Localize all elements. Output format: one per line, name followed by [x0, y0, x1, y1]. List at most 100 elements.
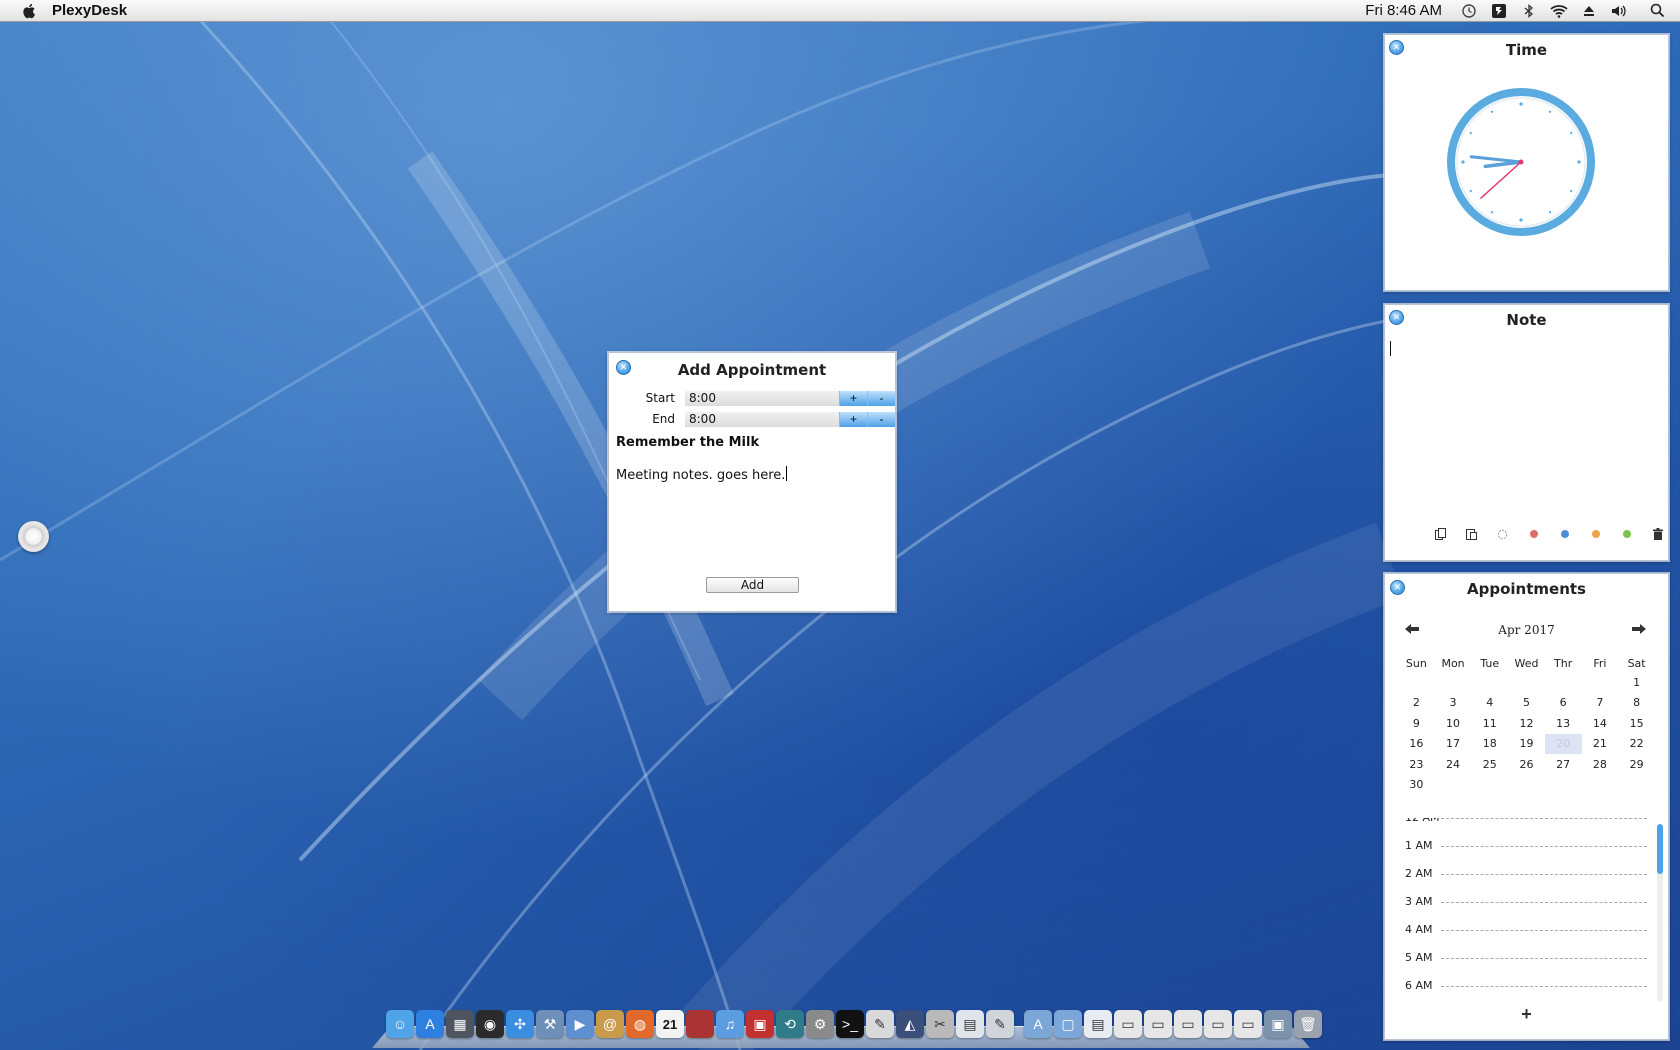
start-decrement-button[interactable]: - — [867, 390, 895, 406]
calendar-day[interactable]: 6 — [1545, 693, 1582, 714]
input-source-icon[interactable] — [1484, 0, 1514, 22]
calendar-day[interactable]: 15 — [1618, 713, 1655, 734]
end-time-field[interactable]: 8:00 — [685, 411, 839, 427]
end-decrement-button[interactable]: - — [867, 411, 895, 427]
calendar-day[interactable]: 17 — [1435, 734, 1472, 755]
calendar-day[interactable]: 5 — [1508, 693, 1545, 714]
hour-row[interactable]: 1 AM — [1393, 832, 1657, 860]
calendar-icon[interactable]: 21 — [656, 1010, 684, 1038]
calendar-day[interactable]: 25 — [1471, 754, 1508, 775]
calendar-day[interactable]: 11 — [1471, 713, 1508, 734]
instruments-icon[interactable]: ◭ — [896, 1010, 924, 1038]
hour-row[interactable]: 4 AM — [1393, 916, 1657, 944]
calendar-day[interactable]: 27 — [1545, 754, 1582, 775]
blue-color-dot[interactable] — [1549, 527, 1580, 541]
scrollbar-thumb[interactable] — [1657, 824, 1663, 874]
calendar-day[interactable]: 14 — [1582, 713, 1619, 734]
appointment-notes-field[interactable]: Meeting notes. goes here. — [616, 466, 788, 483]
calendar-day[interactable]: 26 — [1508, 754, 1545, 775]
calendar-day[interactable]: 19 — [1508, 734, 1545, 755]
calendar-day[interactable]: 28 — [1582, 754, 1619, 775]
bluetooth-icon[interactable] — [1514, 0, 1544, 22]
next-month-arrow-icon[interactable] — [1632, 622, 1646, 638]
add-appointment-button[interactable]: + — [1385, 1004, 1668, 1025]
calendar-day[interactable]: 7 — [1582, 693, 1619, 714]
apple-menu-icon[interactable] — [20, 2, 38, 20]
calendar-day[interactable]: 1 — [1618, 672, 1655, 693]
preview-icon[interactable]: ▤ — [956, 1010, 984, 1038]
window-icon[interactable]: ▭ — [1144, 1010, 1172, 1038]
window-icon[interactable]: ▭ — [1234, 1010, 1262, 1038]
photo-icon[interactable]: ▣ — [746, 1010, 774, 1038]
system-preferences-icon[interactable]: ⚙ — [806, 1010, 834, 1038]
trash-icon[interactable] — [1642, 527, 1673, 541]
xcode-icon[interactable]: ⚒ — [536, 1010, 564, 1038]
calendar-day[interactable]: 30 — [1398, 775, 1435, 796]
reload-icon[interactable] — [1487, 527, 1518, 541]
menu-clock[interactable]: Fri 8:46 AM — [1365, 2, 1442, 19]
calendar-day[interactable]: 20 — [1544, 733, 1582, 754]
archive-utility-icon[interactable]: ✂ — [926, 1010, 954, 1038]
safari-icon[interactable]: ✣ — [506, 1010, 534, 1038]
calendar-day[interactable]: 23 — [1398, 754, 1435, 775]
downloads-stack-icon[interactable]: ▤ — [1084, 1010, 1112, 1038]
calendar-day[interactable]: 18 — [1471, 734, 1508, 755]
mission-control-icon[interactable]: ▦ — [446, 1010, 474, 1038]
window-icon[interactable]: ▭ — [1174, 1010, 1202, 1038]
schedule-scrollbar[interactable] — [1657, 824, 1663, 1002]
calendar-day[interactable]: 29 — [1618, 754, 1655, 775]
app-name-menu[interactable]: PlexyDesk — [52, 2, 127, 19]
documents-folder-icon[interactable]: ▢ — [1054, 1010, 1082, 1038]
eject-icon[interactable] — [1574, 0, 1604, 22]
red-color-dot[interactable] — [1518, 527, 1549, 541]
finder-icon[interactable]: ☺ — [386, 1010, 414, 1038]
add-button[interactable]: Add — [706, 577, 799, 593]
dashboard-icon[interactable]: ◉ — [476, 1010, 504, 1038]
note-text-area[interactable] — [1389, 337, 1664, 517]
trash-icon[interactable]: 🗑 — [1294, 1010, 1322, 1038]
hour-row[interactable]: 5 AM — [1393, 944, 1657, 972]
time-machine-icon[interactable]: ⟲ — [776, 1010, 804, 1038]
window-icon[interactable]: ▭ — [1204, 1010, 1232, 1038]
hour-row[interactable]: 12 AM — [1393, 818, 1657, 832]
calendar-day[interactable]: 24 — [1435, 754, 1472, 775]
copy-icon[interactable] — [1425, 527, 1456, 541]
notes-icon[interactable]: ✎ — [986, 1010, 1014, 1038]
itunes-icon[interactable]: ♫ — [716, 1010, 744, 1038]
calendar-day[interactable]: 13 — [1545, 713, 1582, 734]
calendar-day[interactable]: 10 — [1435, 713, 1472, 734]
start-time-field[interactable]: 8:00 — [685, 390, 839, 406]
calendar-day[interactable]: 2 — [1398, 693, 1435, 714]
wifi-icon[interactable] — [1544, 0, 1574, 22]
day-schedule-list[interactable]: 12 AM 1 AM 2 AM 3 AM 4 AM 5 AM 6 AM — [1393, 818, 1657, 1000]
calendar-day[interactable]: 3 — [1435, 693, 1472, 714]
time-machine-icon[interactable] — [1454, 0, 1484, 22]
script-icon[interactable]: ✎ — [866, 1010, 894, 1038]
calendar-day[interactable]: 22 — [1618, 734, 1655, 755]
monitor-icon[interactable]: ▣ — [1264, 1010, 1292, 1038]
window-icon[interactable]: ▭ — [1114, 1010, 1142, 1038]
calendar-day[interactable]: 4 — [1471, 693, 1508, 714]
terminal-icon[interactable]: >_ — [836, 1010, 864, 1038]
paste-icon[interactable] — [1456, 527, 1487, 541]
green-color-dot[interactable] — [1611, 527, 1642, 541]
end-increment-button[interactable]: + — [839, 411, 867, 427]
photo-booth-icon[interactable] — [686, 1010, 714, 1038]
start-increment-button[interactable]: + — [839, 390, 867, 406]
app-store-icon[interactable]: A — [416, 1010, 444, 1038]
hour-row[interactable]: 2 AM — [1393, 860, 1657, 888]
spotlight-icon[interactable] — [1642, 0, 1672, 22]
calendar-day[interactable]: 16 — [1398, 734, 1435, 755]
firefox-icon[interactable]: ◍ — [626, 1010, 654, 1038]
contacts-icon[interactable]: @ — [596, 1010, 624, 1038]
calendar-day[interactable]: 21 — [1582, 734, 1619, 755]
applications-folder-icon[interactable]: A — [1024, 1010, 1052, 1038]
volume-icon[interactable] — [1604, 0, 1634, 22]
calendar-day[interactable]: 12 — [1508, 713, 1545, 734]
facetime-icon[interactable]: ▶ — [566, 1010, 594, 1038]
calendar-day[interactable]: 8 — [1618, 693, 1655, 714]
appointment-title-field[interactable]: Remember the Milk — [616, 435, 759, 450]
side-handle-knob[interactable] — [18, 521, 49, 552]
hour-row[interactable]: 6 AM — [1393, 972, 1657, 1000]
hour-row[interactable]: 3 AM — [1393, 888, 1657, 916]
